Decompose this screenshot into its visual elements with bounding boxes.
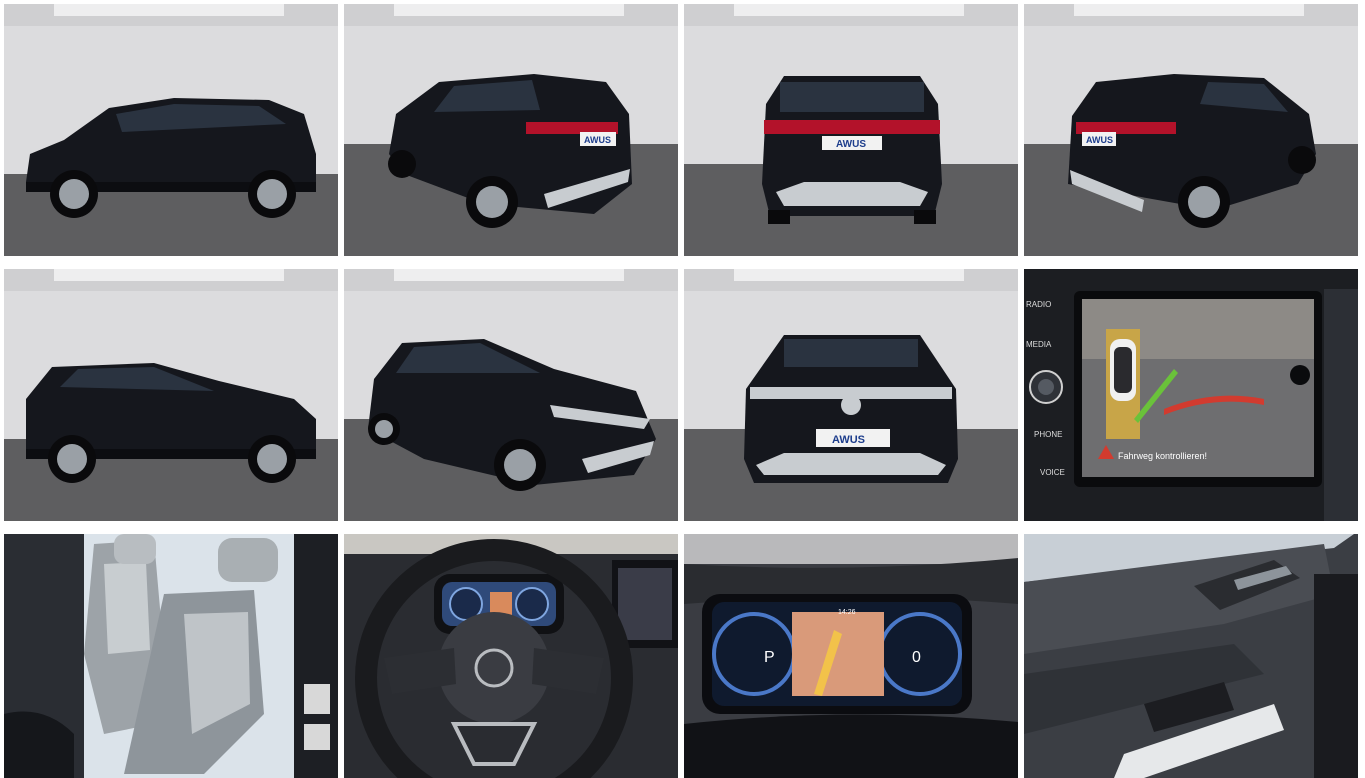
photo-side-left[interactable]: [4, 4, 338, 256]
speed-readout: 0: [912, 649, 921, 666]
photo-front[interactable]: AWUS: [684, 269, 1018, 521]
warning-text: Fahrweg kontrollieren!: [1118, 451, 1207, 461]
photo-rear[interactable]: AWUS: [684, 4, 1018, 256]
dealer-plate: AWUS: [836, 139, 866, 150]
dealer-plate: AWUS: [832, 434, 865, 446]
photo-rear-right-angle[interactable]: AWUS: [1024, 4, 1358, 256]
photo-side-right[interactable]: [4, 269, 338, 521]
menu-radio[interactable]: RADIO: [1026, 300, 1051, 309]
gear-indicator: P: [764, 649, 775, 666]
dealer-plate: AWUS: [1086, 135, 1113, 145]
menu-phone[interactable]: PHONE: [1034, 430, 1062, 439]
photo-rear-left-angle[interactable]: AWUS: [344, 4, 678, 256]
photo-gallery-grid: AWUS AWUS AWUS AWUS Fahrweg kontrolliere…: [0, 0, 1365, 778]
photo-front-seats[interactable]: [4, 534, 338, 778]
clock: 14:26: [838, 609, 856, 616]
photo-front-left-angle[interactable]: [344, 269, 678, 521]
menu-voice[interactable]: VOICE: [1040, 468, 1065, 477]
photo-infotainment-rear-camera[interactable]: Fahrweg kontrollieren! RADIO MEDIA PHONE…: [1024, 269, 1358, 521]
photo-door-panel[interactable]: [1024, 534, 1358, 778]
dealer-plate: AWUS: [584, 135, 611, 145]
photo-steering-wheel[interactable]: [344, 534, 678, 778]
photo-digital-cockpit[interactable]: P 0 14:26: [684, 534, 1018, 778]
menu-media[interactable]: MEDIA: [1026, 340, 1052, 349]
